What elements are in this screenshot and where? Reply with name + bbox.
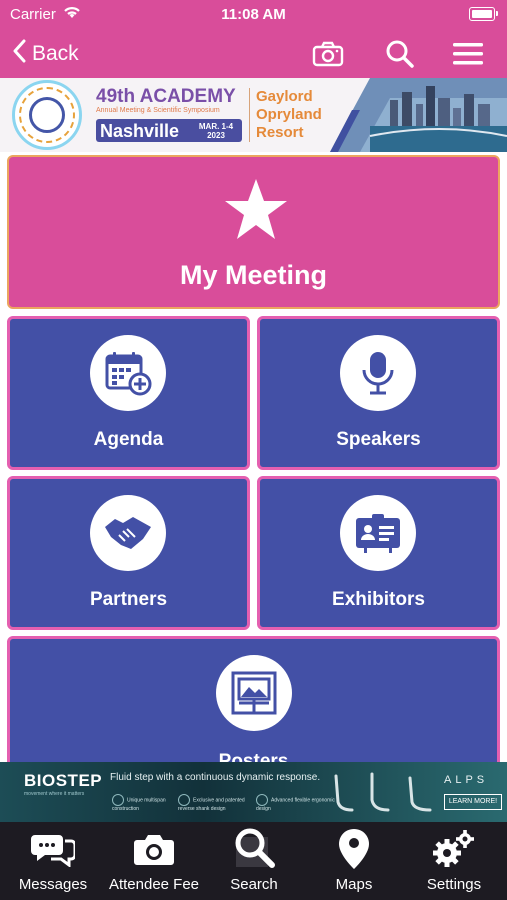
prosthetic-foot-image bbox=[334, 772, 432, 812]
camera-button[interactable] bbox=[310, 36, 346, 72]
event-dates-line2: 2023 bbox=[207, 131, 225, 140]
event-dates: MAR. 1-4 2023 bbox=[194, 122, 238, 140]
tab-messages[interactable]: Messages bbox=[0, 822, 106, 900]
menu-button[interactable] bbox=[450, 36, 486, 72]
tab-messages-label: Messages bbox=[18, 876, 88, 893]
back-button[interactable]: Back bbox=[12, 38, 79, 70]
event-venue: Gaylord Opryland Resort bbox=[256, 88, 322, 142]
tile-exhibitors-label: Exhibitors bbox=[332, 589, 425, 610]
gears-icon bbox=[433, 830, 474, 867]
ad-feature-2: Exclusive and patented reverse shank des… bbox=[178, 794, 258, 812]
poster-board-icon bbox=[231, 671, 277, 715]
microphone-icon bbox=[362, 352, 394, 395]
tab-settings-label: Settings bbox=[426, 876, 482, 893]
banner-divider bbox=[249, 88, 250, 142]
hamburger-menu-icon bbox=[453, 43, 483, 65]
tile-speakers-label: Speakers bbox=[336, 429, 421, 450]
tab-search[interactable]: Search bbox=[204, 822, 304, 900]
tile-partners-label: Partners bbox=[89, 589, 168, 610]
chevron-left-icon bbox=[12, 39, 26, 69]
partners-icon-circle bbox=[90, 495, 166, 571]
tab-settings[interactable]: Settings bbox=[404, 822, 504, 900]
camera-icon bbox=[134, 835, 174, 865]
advertisement-banner[interactable]: BIOSTEP movement where it matters Fluid … bbox=[0, 762, 507, 822]
speakers-icon-circle bbox=[340, 335, 416, 411]
event-title: 49th ACADEMY bbox=[96, 86, 236, 107]
event-banner[interactable]: 49th ACADEMY Annual Meeting & Scientific… bbox=[0, 78, 507, 152]
search-icon bbox=[386, 40, 414, 68]
tile-agenda-label: Agenda bbox=[93, 429, 164, 450]
camera-icon bbox=[312, 41, 344, 67]
city-skyline-image bbox=[330, 78, 507, 152]
academy-seal-logo bbox=[12, 80, 82, 150]
event-dates-line1: MAR. 1-4 bbox=[198, 122, 234, 131]
venue-line-2: Opryland bbox=[256, 106, 322, 123]
search-icon bbox=[235, 828, 275, 868]
tile-posters[interactable]: Posters bbox=[7, 636, 500, 776]
map-pin-icon bbox=[339, 829, 369, 869]
chat-bubbles-icon bbox=[31, 835, 75, 867]
tile-speakers[interactable]: Speakers bbox=[257, 316, 500, 470]
tab-attendee-feed[interactable]: Attendee Fee bbox=[104, 822, 204, 900]
tile-exhibitors[interactable]: Exhibitors bbox=[257, 476, 500, 630]
bottom-tab-bar: Messages Attendee Fee Search Maps Settin… bbox=[0, 822, 507, 900]
posters-icon-circle bbox=[216, 655, 292, 731]
ad-feature-3: Advanced flexible ergonomic design bbox=[256, 794, 336, 812]
star-icon bbox=[225, 179, 287, 239]
ad-learn-more-button[interactable]: LEARN MORE! bbox=[444, 794, 502, 810]
tile-agenda[interactable]: Agenda bbox=[7, 316, 250, 470]
id-badge-icon bbox=[356, 514, 400, 553]
status-bar: Carrier 11:08 AM bbox=[0, 0, 507, 30]
ad-partner-logo: ALPS bbox=[444, 774, 489, 786]
tile-my-meeting[interactable]: My Meeting bbox=[7, 155, 500, 309]
tile-my-meeting-label: My Meeting bbox=[179, 260, 327, 290]
event-city-badge: Nashville MAR. 1-4 2023 bbox=[96, 119, 242, 142]
tab-search-label: Search bbox=[230, 876, 278, 893]
nav-bar: Back bbox=[0, 30, 507, 78]
battery-icon bbox=[469, 7, 498, 21]
tile-partners[interactable]: Partners bbox=[7, 476, 250, 630]
status-time: 11:08 AM bbox=[221, 6, 286, 23]
agenda-icon-circle bbox=[90, 335, 166, 411]
calendar-add-icon bbox=[105, 352, 152, 396]
tab-maps[interactable]: Maps bbox=[304, 822, 404, 900]
event-subtitle: Annual Meeting & Scientific Symposium bbox=[96, 107, 220, 114]
dashboard-grid: My Meeting Agenda Speakers Partners Exhi… bbox=[0, 152, 507, 776]
tab-maps-label: Maps bbox=[335, 876, 373, 893]
exhibitors-icon-circle bbox=[340, 495, 416, 571]
ad-tagline: Fluid step with a continuous dynamic res… bbox=[110, 772, 321, 783]
handshake-icon bbox=[105, 517, 151, 549]
ad-brand: BIOSTEP bbox=[24, 771, 103, 790]
back-label: Back bbox=[32, 42, 79, 65]
venue-line-1: Gaylord bbox=[256, 88, 313, 105]
venue-line-3: Resort bbox=[256, 124, 304, 141]
tab-attendee-feed-label: Attendee Fee bbox=[108, 876, 200, 893]
search-button[interactable] bbox=[382, 36, 418, 72]
event-city: Nashville bbox=[100, 121, 180, 141]
ad-brand-tagline: movement where it matters bbox=[24, 791, 85, 797]
